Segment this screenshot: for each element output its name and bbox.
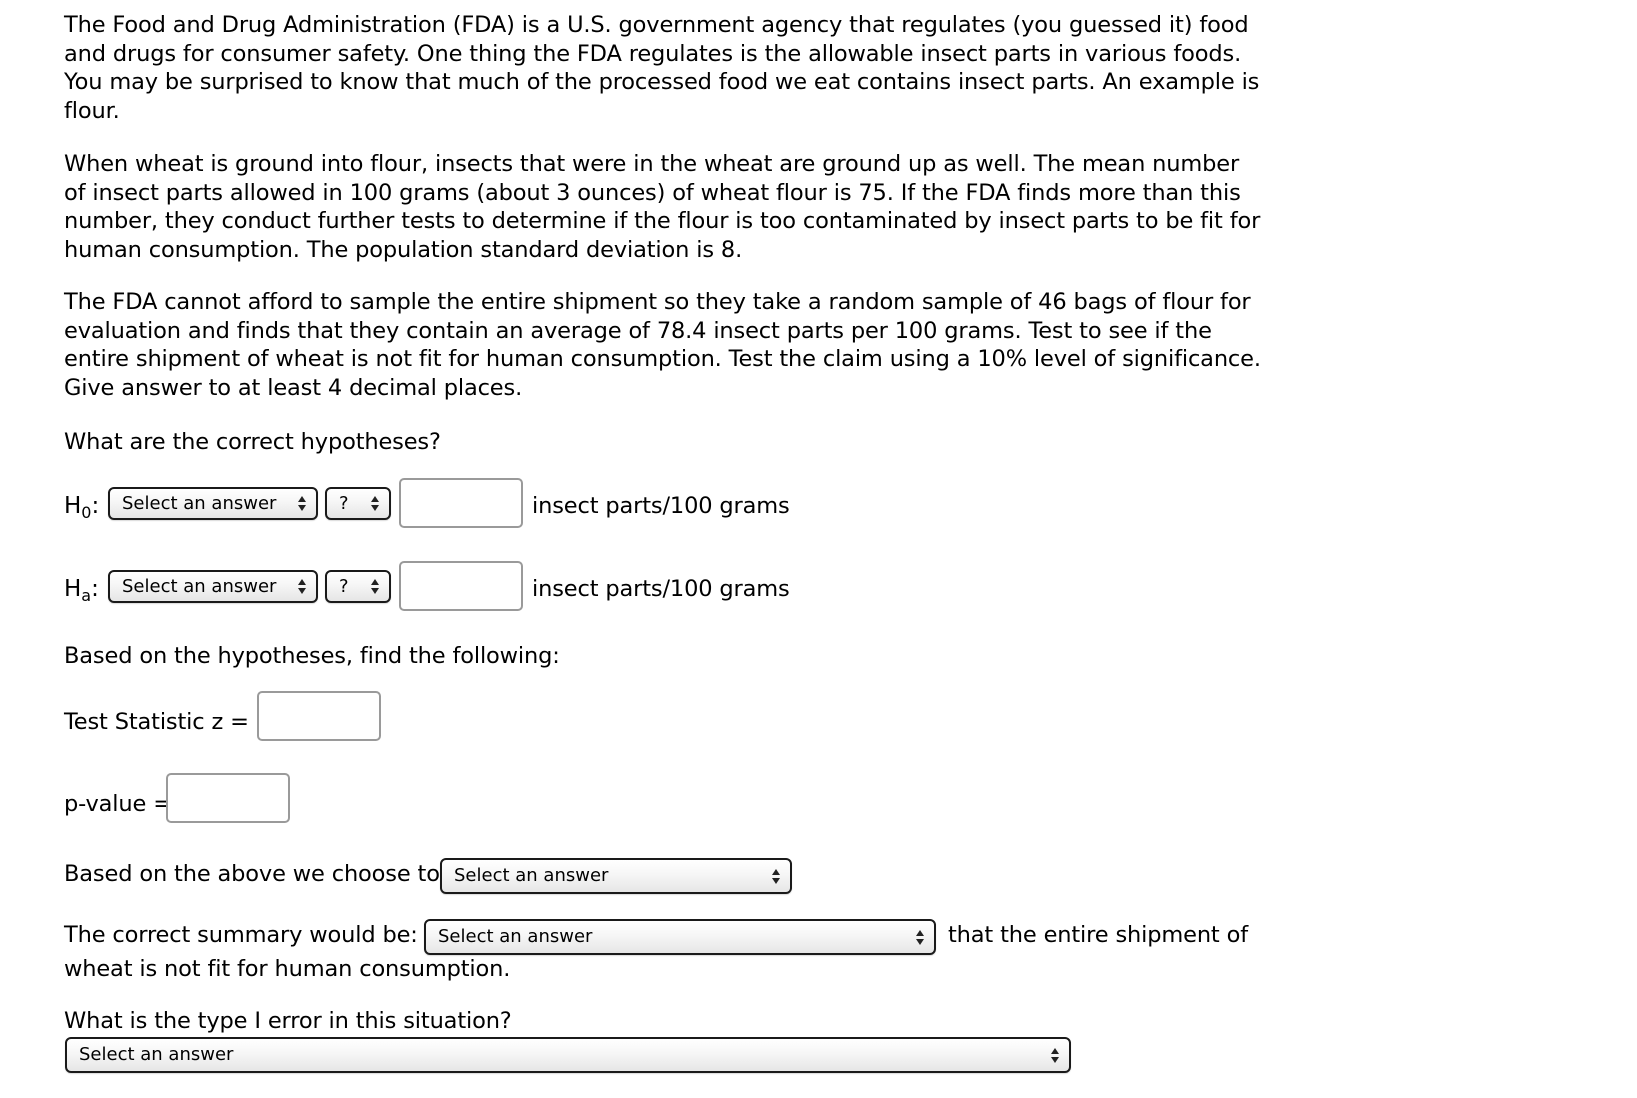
ha-operator-select-value: ? bbox=[339, 576, 349, 597]
select-arrows-icon bbox=[298, 578, 306, 596]
h0-value-input[interactable] bbox=[399, 478, 523, 528]
select-arrows-icon bbox=[772, 868, 780, 886]
h0-operator-select-value: ? bbox=[339, 493, 349, 514]
h0-unit-label: insect parts/100 grams bbox=[532, 493, 790, 519]
intro-paragraph: The Food and Drug Administration (FDA) i… bbox=[64, 12, 1260, 124]
select-arrows-icon bbox=[371, 495, 379, 513]
ha-label-sub: a bbox=[81, 586, 92, 605]
type1-question: What is the type I error in this situati… bbox=[64, 1008, 512, 1034]
ha-value-input[interactable] bbox=[399, 561, 523, 611]
type1-error-select[interactable]: Select an answer bbox=[65, 1037, 1071, 1073]
type1-error-select-value: Select an answer bbox=[79, 1044, 234, 1065]
summary-label: The correct summary would be: bbox=[64, 922, 418, 948]
h0-label-main: H bbox=[64, 493, 82, 519]
select-arrows-icon bbox=[298, 495, 306, 513]
test-statistic-label: Test Statistic z = bbox=[64, 709, 249, 735]
find-following-label: Based on the hypotheses, find the follow… bbox=[64, 643, 560, 669]
p-value-input[interactable] bbox=[166, 773, 290, 823]
ha-parameter-select[interactable]: Select an answer bbox=[108, 570, 318, 603]
summary-suffix: that the entire shipment of bbox=[948, 922, 1248, 948]
select-arrows-icon bbox=[916, 929, 924, 947]
summary-select-value: Select an answer bbox=[438, 926, 593, 947]
problem-paragraph: The FDA cannot afford to sample the enti… bbox=[64, 289, 1261, 401]
ha-label-main: H bbox=[64, 576, 82, 602]
select-arrows-icon bbox=[1051, 1047, 1059, 1065]
ha-unit-label: insect parts/100 grams bbox=[532, 576, 790, 602]
p-value-label: p-value = bbox=[64, 791, 172, 817]
h0-parameter-select-value: Select an answer bbox=[122, 493, 277, 514]
decision-label: Based on the above we choose to bbox=[64, 861, 440, 887]
decision-select-value: Select an answer bbox=[454, 865, 609, 886]
h0-parameter-select[interactable]: Select an answer bbox=[108, 487, 318, 520]
ha-label: Ha: bbox=[64, 576, 99, 605]
h0-operator-select[interactable]: ? bbox=[325, 487, 391, 520]
summary-select[interactable]: Select an answer bbox=[424, 919, 936, 955]
ha-operator-select[interactable]: ? bbox=[325, 570, 391, 603]
summary-suffix-line2: wheat is not fit for human consumption. bbox=[64, 956, 511, 982]
select-arrows-icon bbox=[371, 578, 379, 596]
test-statistic-input[interactable] bbox=[257, 691, 381, 741]
h0-label-sub: 0 bbox=[81, 503, 92, 522]
ha-parameter-select-value: Select an answer bbox=[122, 576, 277, 597]
hypotheses-question: What are the correct hypotheses? bbox=[64, 429, 441, 455]
context-paragraph: When wheat is ground into flour, insects… bbox=[64, 151, 1261, 263]
decision-select[interactable]: Select an answer bbox=[440, 858, 792, 894]
h0-label: H0: bbox=[64, 493, 100, 522]
